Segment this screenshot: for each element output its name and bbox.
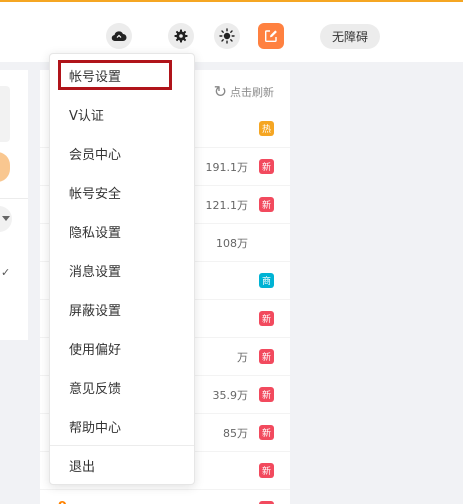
hot-list-row[interactable]: 9中国低龄老人达1.5亿65.1万新 [40,490,290,504]
menu-item[interactable]: 使用偏好 [50,329,194,368]
highlight-annotation [58,60,172,90]
hot-badge: 热 [259,121,274,136]
check-icon: ✓ [1,266,11,279]
hot-badge: 新 [259,425,274,440]
menu-item[interactable]: 会员中心 [50,134,194,173]
gear-icon [174,29,188,43]
hot-badge: 商 [259,273,274,288]
accessibility-button[interactable]: 无障碍 [320,24,380,49]
chevron-down-icon[interactable] [0,206,12,232]
menu-item[interactable]: 消息设置 [50,251,194,290]
menu-item[interactable]: 帐号安全 [50,173,194,212]
menu-item[interactable]: 意见反馈 [50,368,194,407]
menu-divider [50,445,194,446]
theme-toggle-button[interactable] [214,23,240,49]
hot-rank: 9 [58,500,67,504]
menu-item[interactable]: 帮助中心 [50,407,194,446]
hot-count: 108万 [216,237,248,250]
hot-badge: 新 [259,349,274,364]
cloud-sync-button[interactable] [106,23,132,49]
sun-icon [219,28,235,44]
hot-badge: 新 [259,197,274,212]
menu-item[interactable]: V认证 [50,95,194,134]
hot-badge: 新 [259,159,274,174]
menu-item[interactable]: 退出 [50,446,194,485]
refresh-button[interactable]: ↻ 点击刷新 [214,82,274,101]
hot-badge: 新 [259,311,274,326]
hot-badge: 新 [259,463,274,478]
hot-count: 85万 [223,427,248,440]
left-divider [0,198,28,199]
edit-icon [265,30,277,42]
hot-count: 35.9万 [212,389,249,402]
hot-count: 121.1万 [205,199,249,212]
refresh-icon: ↻ [213,82,227,101]
left-orange-button[interactable] [0,152,10,182]
menu-item[interactable]: 屏蔽设置 [50,290,194,329]
hot-count: 191.1万 [205,161,249,174]
hot-badge: 新 [259,387,274,402]
cloud-sync-icon [111,31,127,42]
hot-count: 万 [237,351,248,364]
refresh-label: 点击刷新 [230,85,274,99]
left-card [0,86,10,142]
compose-button[interactable] [258,23,284,49]
settings-button[interactable] [168,23,194,49]
left-panel: ✓ [0,70,28,340]
menu-item[interactable]: 隐私设置 [50,212,194,251]
account-dropdown-menu: 帐号设置 V认证 会员中心 帐号安全 隐私设置 消息设置 屏蔽设置 使用偏好 意见反馈 帮助中心退… [49,53,195,485]
